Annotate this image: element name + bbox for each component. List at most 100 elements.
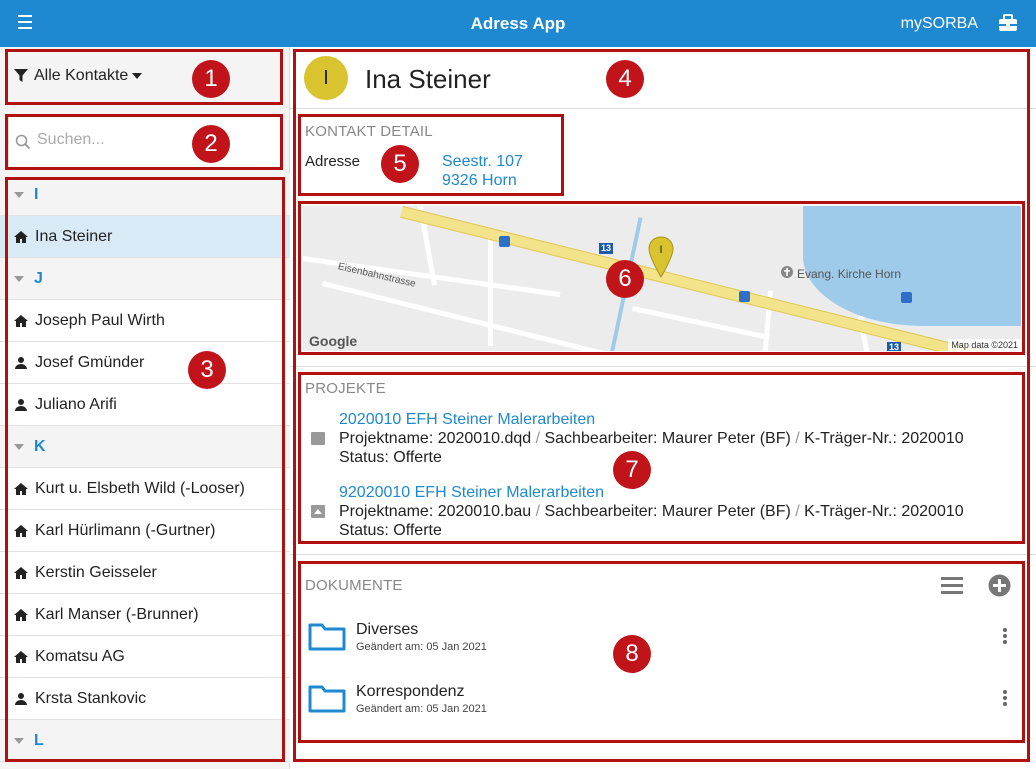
divider [290,554,1036,555]
contact-filter-dropdown[interactable]: Alle Kontakte [14,67,148,85]
bus-stop-icon [499,236,510,247]
project-field: Sachbearbeiter: Maurer Peter (BF) [544,503,791,520]
contact-list-item[interactable]: Kurt u. Elsbeth Wild (-Looser) [0,468,290,510]
contact-list-item[interactable]: Juliano Arifi [0,384,290,426]
caret-down-icon [14,275,24,282]
toolbox-icon[interactable] [998,14,1018,32]
contact-list-item[interactable]: Josef Gmünder [0,342,290,384]
project-title-link[interactable]: 2020010 EFH Steiner Malerarbeiten [339,411,595,429]
annotation-number: 3 [188,351,226,389]
contact-name: Ina Steiner [365,64,491,94]
search-box [8,116,282,168]
project-meta: Projektname: 2020010.dqd / Sachbearbeite… [339,430,964,448]
contact-label: Joseph Paul Wirth [35,311,165,329]
contact-list: I Ina Steiner J Joseph Paul Wirth Josef Gmün… [0,174,290,762]
contact-list-item[interactable]: Karl Hürlimann (-Gurtner) [0,510,290,552]
contact-label: K [34,437,46,455]
search-icon [15,134,31,150]
contact-list-item[interactable]: Kerstin Geisseler [0,552,290,594]
project-status-icon[interactable] [311,432,325,445]
document-name[interactable]: Diverses [356,621,418,639]
map-pin-letter: I [659,244,662,256]
map-pin-icon[interactable]: I [648,236,674,278]
contact-detail-heading: KONTAKT DETAIL [305,123,433,140]
contact-list-item[interactable]: Krsta Stankovic [0,678,290,720]
hamburger-menu-icon[interactable] [18,15,34,31]
project-status: Status: Offerte [339,522,442,539]
home-icon [14,566,28,579]
project-field: Sachbearbeiter: Maurer Peter (BF) [544,430,791,447]
document-name[interactable]: Korrespondenz [356,683,465,701]
contact-label: Kurt u. Elsbeth Wild (-Looser) [35,479,245,497]
project-field: K-Träger-Nr.: 2020010 [804,503,964,520]
more-options-icon[interactable] [1000,626,1010,646]
contact-label: I [34,185,39,203]
contact-label: Karl Hürlimann (-Gurtner) [35,521,216,539]
project-title-link[interactable]: 92020010 EFH Steiner Malerarbeiten [339,484,604,502]
project-field: Projektname: 2020010.dqd [339,430,532,447]
road-number-shield: 13 [887,342,902,351]
divider [290,366,1036,367]
home-icon [14,482,28,495]
contact-list-item[interactable]: Karl Manser (-Brunner) [0,594,290,636]
contact-label: J [34,269,43,287]
separator: / [790,503,805,520]
app-header: Adress App mySORBA [0,0,1036,47]
contact-group-header: L [0,720,290,762]
filter-label: Alle Kontakte [34,67,129,84]
separator: / [790,430,805,447]
project-status: Status: Offerte [339,449,442,466]
contact-list-item[interactable]: Komatsu AG [0,636,290,678]
project-meta: Projektname: 2020010.bau / Sachbearbeite… [339,503,964,521]
address-city-link[interactable]: 9326 Horn [442,172,517,190]
address-street-link[interactable]: Seestr. 107 [442,153,523,171]
list-view-icon[interactable] [941,575,963,595]
folder-icon[interactable] [308,621,346,651]
separator: / [531,503,545,520]
contact-label: Ina Steiner [35,227,113,245]
caret-up-icon [314,509,322,514]
contact-label: Krsta Stankovic [35,689,147,707]
bus-stop-icon [739,291,750,302]
annotation-number: 7 [613,451,651,489]
annotation-number: 6 [606,260,644,298]
add-document-icon[interactable] [988,574,1011,597]
contact-list-item[interactable]: Joseph Paul Wirth [0,300,290,342]
annotation-number: 1 [192,60,230,98]
annotation-number: 2 [192,125,230,163]
folder-icon[interactable] [308,683,346,713]
person-icon [15,356,27,369]
app-title: Adress App [470,14,566,33]
caret-down-icon [14,191,24,198]
google-logo: Google [309,333,358,349]
contact-label: Kerstin Geisseler [35,563,157,581]
caret-down-icon [14,737,24,744]
contact-label: Josef Gmünder [35,353,145,371]
more-options-icon[interactable] [1000,688,1010,708]
document-modified-date: Geändert am: 05 Jan 2021 [356,641,487,653]
project-field: K-Träger-Nr.: 2020010 [804,430,964,447]
project-expand-icon[interactable] [311,505,325,518]
annotation-number: 8 [613,635,651,673]
contact-group-header: K [0,426,290,468]
documents-heading: DOKUMENTE [305,577,403,594]
map-church-label: Evang. Kirche Horn [797,267,902,281]
contact-label: Karl Manser (-Brunner) [35,605,199,623]
filter-icon [14,69,28,82]
map-attribution: Map data ©2021 [948,339,1021,351]
road-number-shield: 13 [599,243,614,254]
person-icon [15,398,27,411]
document-modified-date: Geändert am: 05 Jan 2021 [356,703,487,715]
contact-list-item[interactable]: Ina Steiner [0,216,290,258]
home-icon [14,230,28,243]
caret-down-icon [14,443,24,450]
map-street [321,281,644,351]
address-map[interactable]: 13 13 Eisenbahnstrasse Evang. Kirche Hor… [303,206,1021,351]
person-icon [15,692,27,705]
brand-link[interactable]: mySORBA [901,15,978,33]
annotation-number: 4 [606,60,644,98]
home-icon [14,608,28,621]
avatar: I [304,56,348,100]
contact-group-header: I [0,174,290,216]
contact-label: Komatsu AG [35,647,125,665]
